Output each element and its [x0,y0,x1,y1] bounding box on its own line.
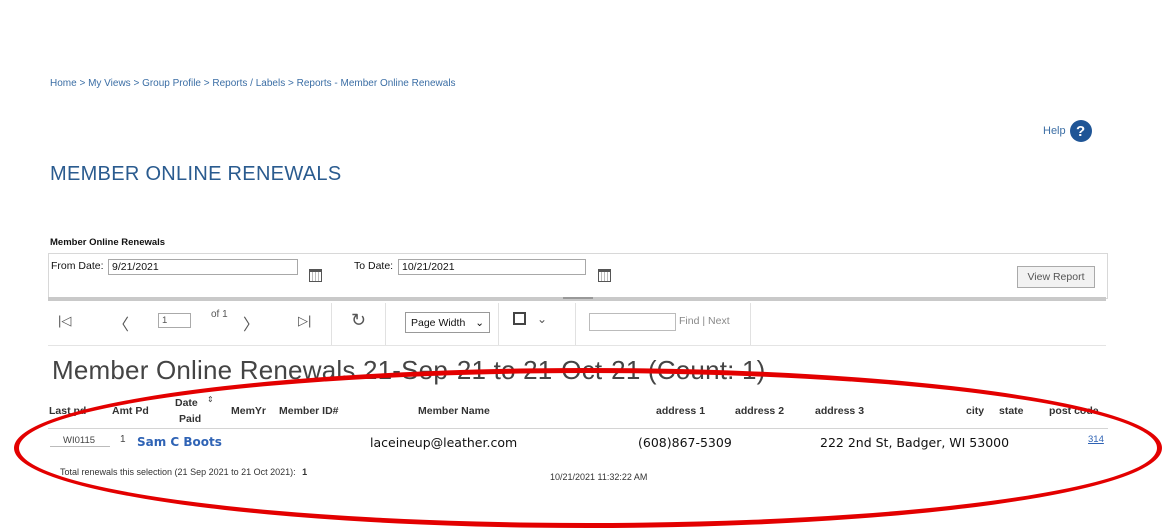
page-title: MEMBER ONLINE RENEWALS [50,163,342,185]
row-address: 222 2nd St, Badger, WI 53000 [820,435,1010,450]
to-date-input[interactable] [398,259,586,275]
toolbar-divider [498,303,499,345]
chevron-down-icon[interactable]: ⌄ [537,312,547,326]
refresh-icon[interactable]: ↻ [351,310,366,331]
zoom-select-value: Page Width [411,316,466,329]
row-post-code[interactable]: 314 [1088,434,1104,445]
help-icon[interactable]: ? [1069,120,1092,142]
col-header-member-id[interactable]: Member ID# [279,405,339,417]
last-page-icon[interactable]: ▷| [298,313,311,329]
find-links: Find | Next [679,315,730,327]
params-section-label: Member Online Renewals [50,237,166,248]
table-divider [48,428,1108,429]
col-header-date-paid[interactable]: Date [175,397,198,409]
help-link[interactable]: Help ? [1043,120,1092,142]
page-count-label: of 1 [211,309,228,320]
row-phone: (608)867-5309 [638,435,732,450]
col-header-date-paid-line2: Paid [179,413,202,425]
from-date-input[interactable] [108,259,298,275]
footer-timestamp: 10/21/2021 11:32:22 AM [550,472,648,482]
breadcrumb[interactable]: Home > My Views > Group Profile > Report… [50,78,456,89]
toolbar-divider [750,303,751,345]
splitter-grip-icon[interactable] [563,297,593,299]
col-header-city[interactable]: city [966,405,984,417]
first-page-icon[interactable]: |◁ [58,313,71,329]
view-report-button[interactable]: View Report [1017,266,1095,288]
calendar-icon[interactable] [309,269,322,282]
col-header-member-name[interactable]: Member Name [418,405,490,417]
parameters-panel: From Date: To Date: View Report [48,253,1108,299]
footer-total: Total renewals this selection (21 Sep 20… [60,467,307,477]
col-header-last-pd[interactable]: Last pd [49,405,86,417]
find-separator: | [702,315,706,327]
prev-page-icon[interactable]: 〈 [113,311,129,335]
row-email: laceineup@leather.com [370,435,518,450]
from-date-label: From Date: [51,260,104,272]
find-link[interactable]: Find [679,315,699,327]
col-header-amt-pd[interactable]: Amt Pd [112,405,149,417]
col-header-address3[interactable]: address 3 [815,405,864,417]
footer-total-count: 1 [302,467,308,477]
next-link[interactable]: Next [708,315,730,327]
col-header-state[interactable]: state [999,405,1024,417]
help-label[interactable]: Help [1043,125,1066,137]
row-code: WI0115 [50,435,110,447]
col-header-memyr[interactable]: MemYr [231,405,266,417]
calendar-icon[interactable] [598,269,611,282]
save-icon[interactable] [513,312,526,325]
col-header-post-code[interactable]: post code [1049,405,1099,417]
chevron-down-icon: ⌄ [475,316,484,329]
row-member-name[interactable]: Sam C Boots [137,435,222,449]
col-header-address2[interactable]: address 2 [735,405,784,417]
toolbar-divider [331,303,332,345]
to-date-label: To Date: [354,260,394,272]
toolbar-divider [385,303,386,345]
find-input[interactable] [589,313,676,331]
report-title: Member Online Renewals 21-Sep-21 to 21-O… [52,355,766,385]
report-toolbar: |◁ 〈 1 of 1 〉 ▷| ↻ Page Width ⌄ ⌄ Find |… [48,303,1106,346]
row-amt-fragment: 1 [120,434,126,445]
sort-icon[interactable]: ⇕ [207,395,214,404]
table-row: WI0115 1 Sam C Boots laceineup@leather.c… [48,432,1108,456]
next-page-icon[interactable]: 〉 [243,311,259,335]
toolbar-divider [575,303,576,345]
col-header-address1[interactable]: address 1 [656,405,705,417]
footer-total-label: Total renewals this selection (21 Sep 20… [60,467,296,477]
zoom-select[interactable]: Page Width ⌄ [405,312,490,333]
page-number-input[interactable]: 1 [158,313,191,328]
